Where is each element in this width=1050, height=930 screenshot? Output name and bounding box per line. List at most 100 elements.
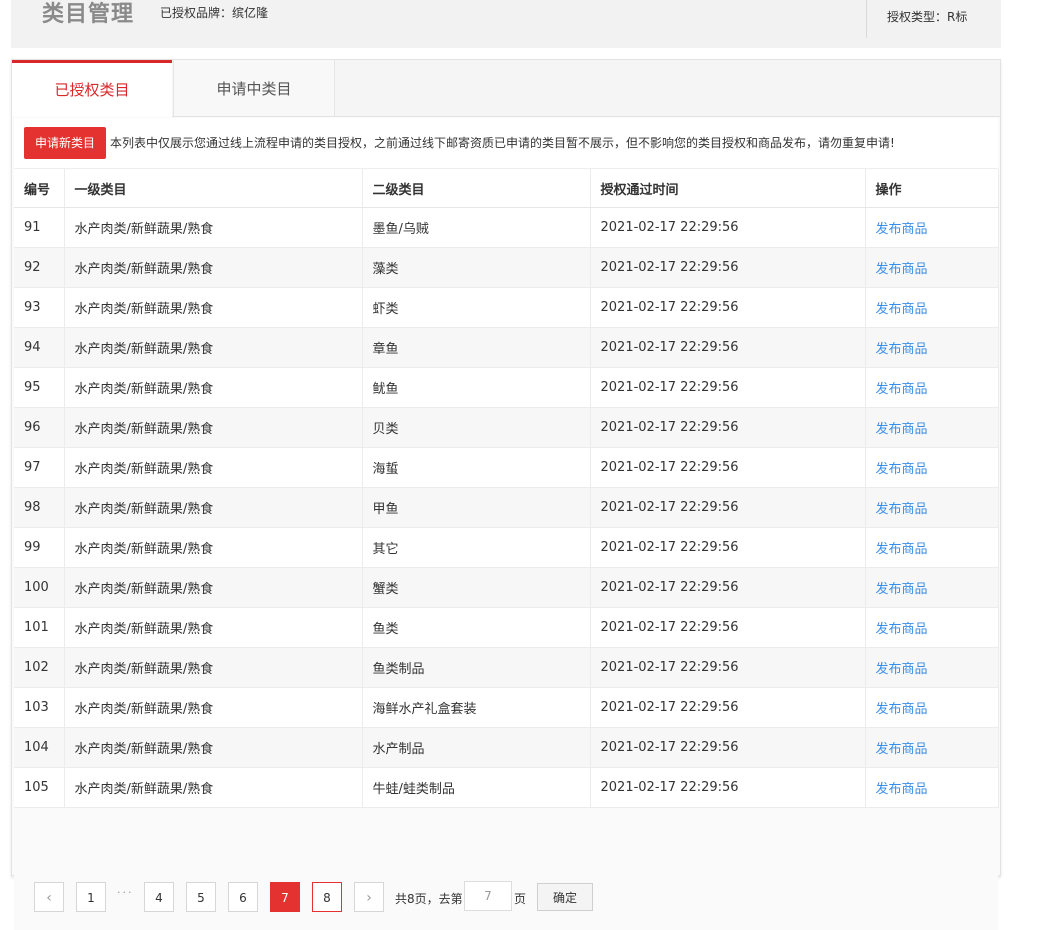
publish-product-link[interactable]: 发布商品 [865, 607, 999, 648]
cell-id: 103 [14, 687, 65, 728]
publish-product-link[interactable]: 发布商品 [865, 447, 999, 488]
cell-level1-category: 水产肉类/新鲜蔬果/熟食 [64, 607, 363, 648]
cell-level2-category: 水产制品 [362, 727, 591, 768]
cell-id: 95 [14, 367, 65, 408]
cell-level1-category: 水产肉类/新鲜蔬果/熟食 [64, 727, 363, 768]
table-row: 105 水产肉类/新鲜蔬果/熟食 牛蛙/蛙类制品 2021-02-17 22:29:5… [14, 767, 999, 808]
publish-product-link[interactable]: 发布商品 [865, 327, 999, 368]
cell-level2-category: 鱼类 [362, 607, 591, 648]
tab-content: 申请新类目 本列表中仅展示您通过线上流程申请的类目授权，之前通过线下邮寄资质已申… [14, 118, 999, 930]
cell-authorized-time: 2021-02-17 22:29:56 [590, 247, 866, 288]
cell-level1-category: 水产肉类/新鲜蔬果/熟食 [64, 767, 363, 808]
page-button-1[interactable]: 1 [76, 882, 106, 912]
cell-authorized-time: 2021-02-17 22:29:56 [590, 647, 866, 688]
cell-authorized-time: 2021-02-17 22:29:56 [590, 287, 866, 328]
page-button-6[interactable]: 6 [228, 882, 258, 912]
publish-product-link[interactable]: 发布商品 [865, 287, 999, 328]
publish-product-link[interactable]: 发布商品 [865, 727, 999, 768]
cell-authorized-time: 2021-02-17 22:29:56 [590, 767, 866, 808]
page-title: 类目管理 [42, 2, 135, 27]
table-row: 92 水产肉类/新鲜蔬果/熟食 藻类 2021-02-17 22:29:56 发布商品 [14, 247, 999, 288]
apply-new-category-button[interactable]: 申请新类目 [24, 127, 106, 159]
table-row: 98 水产肉类/新鲜蔬果/熟食 甲鱼 2021-02-17 22:29:56 发布商品 [14, 487, 999, 528]
page-header: 类目管理 已授权品牌：缤亿隆 授权类型：R标 [11, 0, 1001, 48]
column-header-time: 授权通过时间 [590, 169, 866, 208]
cell-level2-category: 鱿鱼 [362, 367, 591, 408]
cell-id: 102 [14, 647, 65, 688]
cell-authorized-time: 2021-02-17 22:29:56 [590, 567, 866, 608]
cell-id: 93 [14, 287, 65, 328]
category-table: 编号 一级类目 二级类目 授权通过时间 操作 91 水产肉类/新鲜蔬果/熟食 墨鱼/… [14, 169, 999, 808]
page-button-7-current[interactable]: 7 [270, 882, 300, 912]
cell-level2-category: 虾类 [362, 287, 591, 328]
cell-authorized-time: 2021-02-17 22:29:56 [590, 487, 866, 528]
cell-level2-category: 蟹类 [362, 567, 591, 608]
cell-level2-category: 贝类 [362, 407, 591, 448]
table-row: 93 水产肉类/新鲜蔬果/熟食 虾类 2021-02-17 22:29:56 发布商品 [14, 287, 999, 328]
page-button-5[interactable]: 5 [186, 882, 216, 912]
cell-level1-category: 水产肉类/新鲜蔬果/熟食 [64, 567, 363, 608]
cell-level2-category: 牛蛙/蛙类制品 [362, 767, 591, 808]
table-row: 96 水产肉类/新鲜蔬果/熟食 贝类 2021-02-17 22:29:56 发布商品 [14, 407, 999, 448]
cell-level2-category: 藻类 [362, 247, 591, 288]
page-button-8[interactable]: 8 [312, 882, 342, 912]
authorized-brand: 已授权品牌：缤亿隆 [160, 6, 269, 20]
cell-authorized-time: 2021-02-17 22:29:56 [590, 727, 866, 768]
tab-pending-categories[interactable]: 申请中类目 [173, 60, 335, 116]
cell-level2-category: 章鱼 [362, 327, 591, 368]
cell-level1-category: 水产肉类/新鲜蔬果/熟食 [64, 687, 363, 728]
publish-product-link[interactable]: 发布商品 [865, 647, 999, 688]
tab-bar: 已授权类目 申请中类目 [12, 60, 1000, 117]
table-row: 99 水产肉类/新鲜蔬果/熟食 其它 2021-02-17 22:29:56 发布商品 [14, 527, 999, 568]
publish-product-link[interactable]: 发布商品 [865, 407, 999, 448]
cell-id: 97 [14, 447, 65, 488]
cell-level1-category: 水产肉类/新鲜蔬果/熟食 [64, 287, 363, 328]
cell-id: 98 [14, 487, 65, 528]
table-header-row: 编号 一级类目 二级类目 授权通过时间 操作 [14, 169, 999, 208]
cell-id: 99 [14, 527, 65, 568]
header-divider [866, 0, 867, 38]
goto-page-input[interactable] [464, 881, 512, 911]
table-row: 91 水产肉类/新鲜蔬果/熟食 墨鱼/乌贼 2021-02-17 22:29:56 发布… [14, 207, 999, 248]
publish-product-link[interactable]: 发布商品 [865, 687, 999, 728]
publish-product-link[interactable]: 发布商品 [865, 567, 999, 608]
cell-level1-category: 水产肉类/新鲜蔬果/熟食 [64, 447, 363, 488]
page-button-4[interactable]: 4 [144, 882, 174, 912]
cell-id: 94 [14, 327, 65, 368]
cell-id: 96 [14, 407, 65, 448]
table-row: 102 水产肉类/新鲜蔬果/熟食 鱼类制品 2021-02-17 22:29:56 发布… [14, 647, 999, 688]
next-page-icon[interactable]: › [354, 882, 384, 912]
publish-product-link[interactable]: 发布商品 [865, 207, 999, 248]
table-row: 100 水产肉类/新鲜蔬果/熟食 蟹类 2021-02-17 22:29:56 发布商品 [14, 567, 999, 608]
publish-product-link[interactable]: 发布商品 [865, 487, 999, 528]
column-header-id: 编号 [14, 169, 65, 208]
publish-product-link[interactable]: 发布商品 [865, 367, 999, 408]
cell-authorized-time: 2021-02-17 22:29:56 [590, 407, 866, 448]
category-panel: 已授权类目 申请中类目 申请新类目 本列表中仅展示您通过线上流程申请的类目授权，… [11, 59, 1001, 930]
goto-confirm-button[interactable]: 确定 [537, 883, 593, 911]
table-row: 94 水产肉类/新鲜蔬果/熟食 章鱼 2021-02-17 22:29:56 发布商品 [14, 327, 999, 368]
cell-authorized-time: 2021-02-17 22:29:56 [590, 367, 866, 408]
table-row: 103 水产肉类/新鲜蔬果/熟食 海鲜水产礼盒套装 2021-02-17 22:29:… [14, 687, 999, 728]
publish-product-link[interactable]: 发布商品 [865, 247, 999, 288]
table-row: 101 水产肉类/新鲜蔬果/熟食 鱼类 2021-02-17 22:29:56 发布商品 [14, 607, 999, 648]
cell-authorized-time: 2021-02-17 22:29:56 [590, 527, 866, 568]
cell-authorized-time: 2021-02-17 22:29:56 [590, 607, 866, 648]
cell-level1-category: 水产肉类/新鲜蔬果/熟食 [64, 207, 363, 248]
publish-product-link[interactable]: 发布商品 [865, 767, 999, 808]
cell-level2-category: 墨鱼/乌贼 [362, 207, 591, 248]
cell-authorized-time: 2021-02-17 22:29:56 [590, 687, 866, 728]
cell-level2-category: 海鲜水产礼盒套装 [362, 687, 591, 728]
cell-level1-category: 水产肉类/新鲜蔬果/熟食 [64, 487, 363, 528]
tab-authorized-categories[interactable]: 已授权类目 [12, 60, 172, 117]
prev-page-icon[interactable]: ‹ [34, 882, 64, 912]
pagination: ‹ 1 ··· 4 5 6 7 8 › 共8页，去第 页 确定 [14, 866, 998, 930]
cell-id: 100 [14, 567, 65, 608]
cell-level2-category: 甲鱼 [362, 487, 591, 528]
table-row: 95 水产肉类/新鲜蔬果/熟食 鱿鱼 2021-02-17 22:29:56 发布商品 [14, 367, 999, 408]
cell-id: 104 [14, 727, 65, 768]
cell-level1-category: 水产肉类/新鲜蔬果/熟食 [64, 647, 363, 688]
cell-level2-category: 海蜇 [362, 447, 591, 488]
total-pages-text: 共8页，去第 [395, 892, 463, 906]
publish-product-link[interactable]: 发布商品 [865, 527, 999, 568]
